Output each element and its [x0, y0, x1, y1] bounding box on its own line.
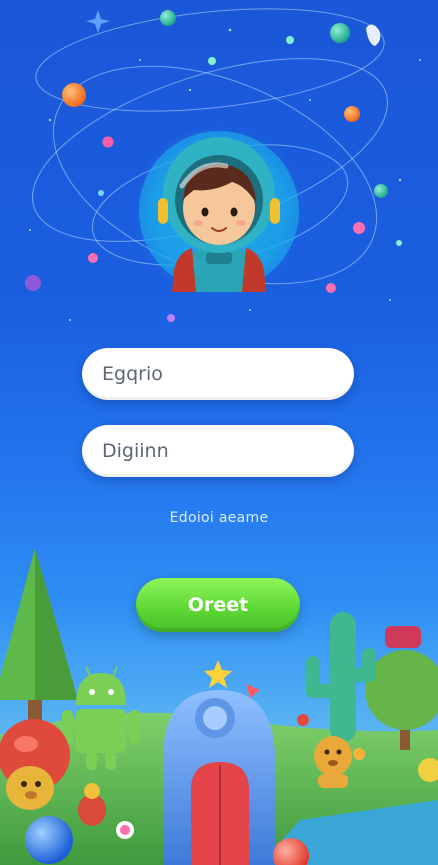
- username-input[interactable]: [102, 363, 354, 385]
- star-icon: [86, 10, 110, 33]
- tree-icon: [0, 548, 78, 730]
- password-input[interactable]: [102, 440, 354, 462]
- login-button[interactable]: Oreet: [136, 578, 300, 632]
- forgot-password-link[interactable]: Edoioi aeame: [0, 510, 438, 526]
- cactus-icon: [306, 612, 376, 742]
- astronaut-avatar-icon: [131, 123, 307, 299]
- password-field[interactable]: [82, 425, 354, 477]
- castle-door-icon: [163, 660, 275, 865]
- dog-character-icon: [6, 766, 54, 810]
- username-field[interactable]: [82, 348, 354, 400]
